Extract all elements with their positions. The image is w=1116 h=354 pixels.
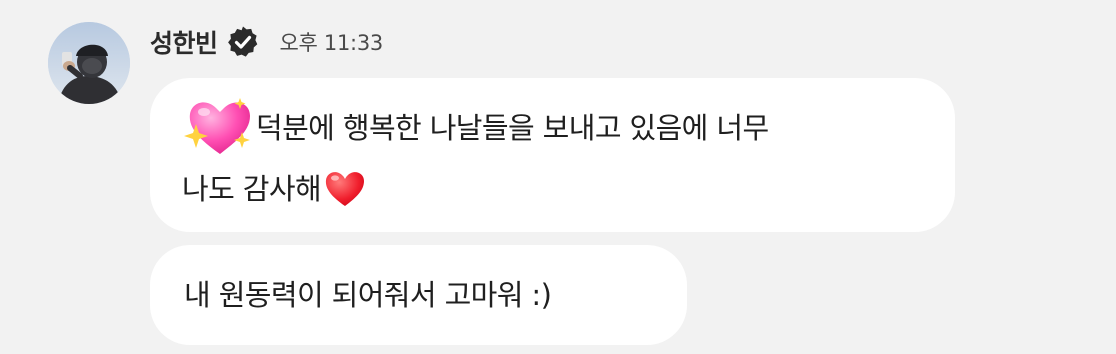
message-header: 성한빈 오후 11:33 (150, 22, 383, 62)
message-line: 덕분에 행복한 나날들을 보내고 있음에 너무 (182, 98, 925, 162)
avatar-image (48, 22, 130, 104)
sender-avatar[interactable] (48, 22, 130, 104)
sender-name[interactable]: 성한빈 (150, 24, 218, 60)
verified-badge-icon (226, 25, 260, 59)
message-bubble[interactable]: 내 원동력이 되어줘서 고마워 :) (150, 245, 687, 345)
message-text-line-1: 덕분에 행복한 나날들을 보내고 있음에 너무 (256, 111, 769, 145)
message-bubble[interactable]: 덕분에 행복한 나날들을 보내고 있음에 너무 나도 감사해 (150, 78, 955, 232)
message-text-line-2: 나도 감사해 (182, 172, 322, 206)
red-heart-icon (323, 168, 367, 208)
message-timestamp: 오후 11:33 (279, 31, 384, 55)
message-text: 내 원동력이 되어줘서 고마워 :) (184, 278, 552, 312)
message-line: 나도 감사해 (182, 162, 925, 216)
sparkling-heart-icon (182, 94, 254, 158)
